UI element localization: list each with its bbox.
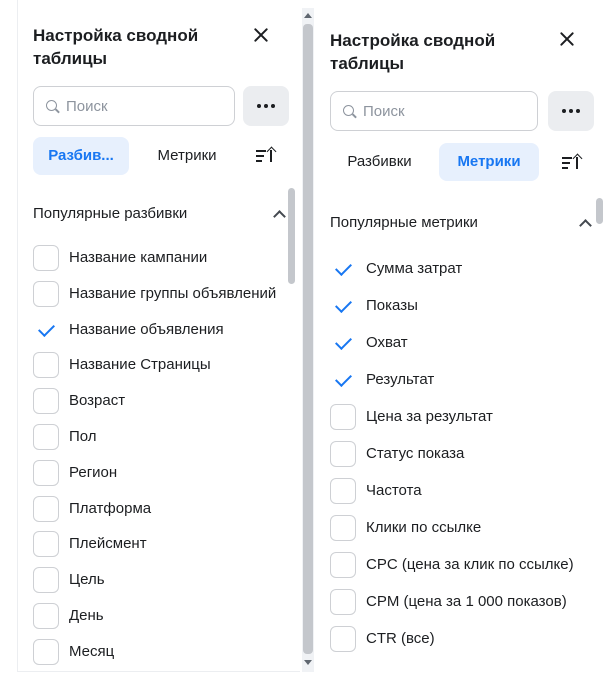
section-title: Популярные метрики	[330, 214, 478, 231]
list-item-label: Платформа	[69, 499, 152, 517]
checkbox-checked[interactable]	[330, 293, 356, 319]
checkbox[interactable]	[33, 567, 59, 594]
section-title: Популярные разбивки	[33, 205, 188, 222]
tab-breakdowns[interactable]: Разбивки	[332, 143, 427, 181]
search-input[interactable]: Поиск	[33, 86, 235, 126]
close-icon[interactable]	[555, 27, 579, 51]
more-icon-dot	[264, 104, 268, 108]
list-item-label: Статус показа	[366, 445, 465, 462]
scroll-down-icon[interactable]	[304, 660, 312, 665]
checkbox[interactable]	[33, 603, 59, 629]
checkbox[interactable]	[33, 352, 59, 379]
list-item-label: Название объявления	[69, 320, 224, 338]
checkbox[interactable]	[33, 388, 59, 415]
checkbox[interactable]	[33, 245, 59, 271]
list-item-label: Показы	[366, 297, 418, 314]
checkbox[interactable]	[330, 515, 356, 541]
tab-metrics[interactable]: Метрики	[439, 143, 539, 181]
checkbox-checked[interactable]	[33, 316, 59, 343]
list-item-label: Название кампании	[69, 249, 208, 266]
more-icon	[257, 104, 261, 108]
panel-title-line2: таблицы	[330, 54, 405, 73]
checkbox[interactable]	[33, 638, 59, 665]
left-pivot-settings-panel: Настройка сводной таблицы Поиск Разбив..…	[17, 0, 300, 672]
list-item-label: Сумма затрат	[366, 260, 463, 277]
list-item-label: Плейсмент	[69, 535, 147, 553]
checkbox[interactable]	[33, 531, 59, 558]
checkbox[interactable]	[330, 552, 356, 578]
list-item-label: Охват	[366, 334, 408, 351]
checkbox[interactable]	[330, 404, 356, 430]
list-item-label: Возраст	[69, 392, 126, 410]
more-icon	[562, 109, 566, 113]
list-item-label: CPC (цена за клик по ссылке)	[366, 556, 574, 573]
search-icon	[46, 100, 57, 111]
checkbox-checked[interactable]	[330, 330, 356, 356]
scroll-up-icon[interactable]	[304, 13, 312, 18]
chevron-up-icon[interactable]	[273, 210, 286, 223]
panel-title-line2: таблицы	[33, 49, 108, 68]
list-item-label: Пол	[69, 428, 97, 445]
more-options-button[interactable]	[243, 86, 289, 126]
checkbox[interactable]	[330, 478, 356, 504]
tab-breakdowns[interactable]: Разбив...	[33, 137, 129, 175]
more-icon-dot	[569, 109, 573, 113]
checkbox-checked[interactable]	[330, 367, 356, 393]
sort-icon[interactable]	[562, 153, 583, 173]
more-icon-dot	[271, 104, 275, 108]
list-item-label: Частота	[366, 482, 422, 499]
list-scrollbar-thumb[interactable]	[288, 188, 295, 284]
list-item-label: CPM (цена за 1 000 показов)	[366, 593, 567, 610]
checkbox[interactable]	[33, 424, 59, 450]
list-item-label: Название группы объявлений	[69, 284, 277, 302]
search-placeholder: Поиск	[66, 98, 108, 115]
right-pivot-settings-panel: Настройка сводной таблицы Поиск Разбивки…	[318, 0, 616, 680]
list-item-label: Название Страницы	[69, 356, 211, 374]
checkbox[interactable]	[33, 280, 59, 307]
more-icon-dot	[576, 109, 580, 113]
sort-icon[interactable]	[256, 146, 277, 166]
checkbox-checked[interactable]	[330, 256, 356, 282]
list-item-label: Цена за результат	[366, 408, 493, 425]
checkbox[interactable]	[330, 441, 356, 467]
checkbox[interactable]	[33, 459, 59, 486]
list-item-label: Цель	[69, 571, 105, 589]
panel-title-line1: Настройка сводной	[33, 26, 199, 45]
panel-title: Настройка сводной таблицы	[330, 29, 495, 75]
list-item-label: Месяц	[69, 642, 115, 660]
checkbox[interactable]	[330, 589, 356, 615]
chevron-up-icon[interactable]	[579, 219, 592, 232]
list-item-label: Клики по ссылке	[366, 519, 482, 536]
list-scrollbar-thumb[interactable]	[596, 198, 603, 224]
list-item-label: CTR (все)	[366, 630, 435, 647]
list-item-label: Результат	[366, 371, 435, 388]
tab-metrics[interactable]: Метрики	[142, 137, 232, 175]
checkbox[interactable]	[33, 495, 59, 522]
search-input[interactable]: Поиск	[330, 91, 538, 131]
search-placeholder: Поиск	[363, 103, 405, 120]
search-icon	[343, 105, 354, 116]
checkbox[interactable]	[330, 626, 356, 652]
list-item-label: День	[69, 607, 104, 624]
close-icon[interactable]	[249, 23, 273, 47]
panel-title: Настройка сводной таблицы	[33, 24, 198, 70]
more-options-button[interactable]	[548, 91, 594, 131]
panel-title-line1: Настройка сводной	[330, 31, 496, 50]
page-scrollbar-thumb[interactable]	[303, 24, 313, 654]
list-item-label: Регион	[69, 463, 118, 481]
